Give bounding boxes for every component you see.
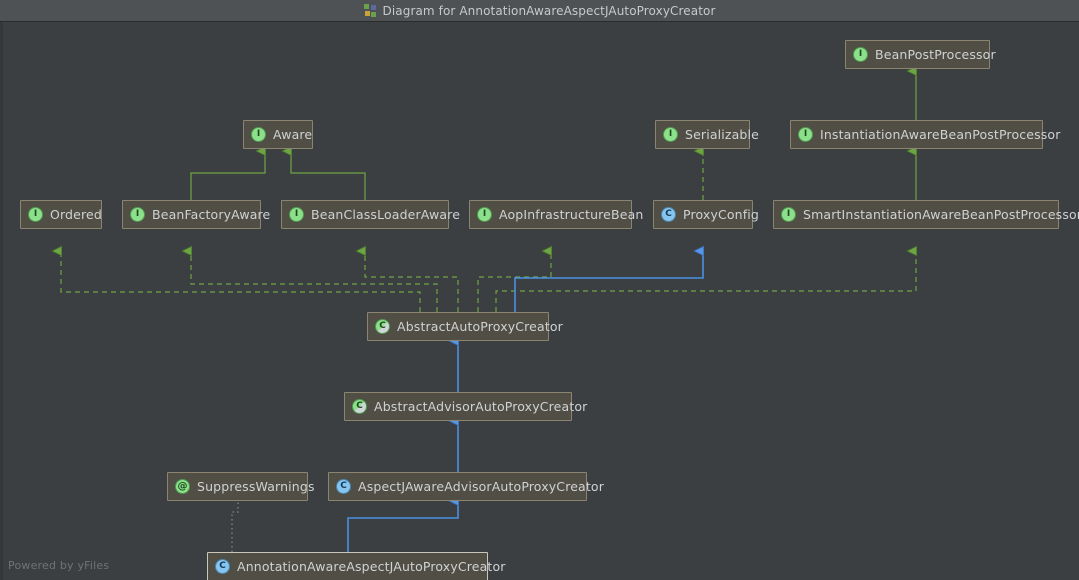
yfiles-watermark: Powered by yFiles bbox=[8, 559, 110, 572]
node-AspectJAwareAdvisorAutoProxyCreator[interactable]: C AspectJAwareAdvisorAutoProxyCreator bbox=[328, 472, 604, 501]
node-label: BeanPostProcessor bbox=[875, 47, 996, 62]
diagram-window: Diagram for AnnotationAwareAspectJAutoPr… bbox=[0, 0, 1079, 580]
node-label: BeanClassLoaderAware bbox=[311, 207, 461, 222]
diagram-canvas[interactable]: I BeanPostProcessor I Serializable I Instanti… bbox=[0, 22, 1079, 580]
interface-icon: I bbox=[251, 127, 266, 142]
abstract-class-icon: C bbox=[375, 319, 390, 334]
edge-beanfactoryaware-aware bbox=[190, 151, 265, 200]
node-label: AopInfrastructureBean bbox=[499, 207, 644, 222]
node-BeanClassLoaderAware[interactable]: I BeanClassLoaderAware bbox=[281, 200, 460, 229]
node-BeanFactoryAware[interactable]: I BeanFactoryAware bbox=[122, 200, 270, 229]
node-label: SmartInstantiationAwareBeanPostProcessor bbox=[803, 207, 1079, 222]
edge-aapc-beanfactoryaware bbox=[191, 251, 438, 312]
node-label: AbstractAutoProxyCreator bbox=[397, 319, 563, 334]
edge-aaajapc-suppresswarnings bbox=[231, 501, 239, 552]
node-InstantiationAwareBeanPostProcessor[interactable]: I InstantiationAwareBeanPostProcessor bbox=[790, 120, 1060, 149]
class-icon: C bbox=[661, 207, 676, 222]
node-label: ProxyConfig bbox=[683, 207, 759, 222]
interface-icon: I bbox=[663, 127, 678, 142]
edge-aapc-beanclassloaderaware bbox=[365, 251, 459, 312]
node-label: Aware bbox=[273, 127, 313, 142]
node-Serializable[interactable]: I Serializable bbox=[655, 120, 759, 149]
window-titlebar: Diagram for AnnotationAwareAspectJAutoPr… bbox=[0, 0, 1079, 22]
node-AbstractAutoProxyCreator[interactable]: C AbstractAutoProxyCreator bbox=[367, 312, 563, 341]
node-ProxyConfig[interactable]: C ProxyConfig bbox=[653, 200, 759, 229]
node-label: SuppressWarnings bbox=[197, 479, 315, 494]
node-label: Serializable bbox=[685, 127, 759, 142]
node-AbstractAdvisorAutoProxyCreator[interactable]: C AbstractAdvisorAutoProxyCreator bbox=[344, 392, 587, 421]
interface-icon: I bbox=[798, 127, 813, 142]
class-icon: C bbox=[215, 559, 230, 574]
edge-aapc-proxyconfig bbox=[514, 251, 703, 312]
class-icon: C bbox=[336, 479, 351, 494]
interface-icon: I bbox=[781, 207, 796, 222]
interface-icon: I bbox=[289, 207, 304, 222]
node-label: BeanFactoryAware bbox=[152, 207, 271, 222]
interface-icon: I bbox=[853, 47, 868, 62]
node-label: AspectJAwareAdvisorAutoProxyCreator bbox=[358, 479, 604, 494]
node-SmartInstantiationAwareBeanPostProcessor[interactable]: I SmartInstantiationAwareBeanPostProcesso… bbox=[773, 200, 1079, 229]
node-label: InstantiationAwareBeanPostProcessor bbox=[820, 127, 1061, 142]
edge-aapc-aopinfrastructurebean bbox=[477, 251, 551, 312]
node-AnnotationAwareAspectJAutoProxyCreator[interactable]: C AnnotationAwareAspectJAutoProxyCreator bbox=[207, 552, 505, 580]
node-SuppressWarnings[interactable]: @ SuppressWarnings bbox=[167, 472, 314, 501]
annotation-icon: @ bbox=[175, 479, 190, 494]
node-label: Ordered bbox=[50, 207, 102, 222]
node-BeanPostProcessor[interactable]: I BeanPostProcessor bbox=[845, 40, 996, 69]
node-label: AnnotationAwareAspectJAutoProxyCreator bbox=[237, 559, 506, 574]
interface-icon: I bbox=[477, 207, 492, 222]
edge-aapc-ordered bbox=[61, 251, 421, 312]
edge-beanclassloaderaware-aware bbox=[291, 151, 366, 200]
diagram-icon bbox=[363, 4, 377, 17]
interface-icon: I bbox=[130, 207, 145, 222]
window-title: Diagram for AnnotationAwareAspectJAutoPr… bbox=[382, 3, 716, 18]
node-AopInfrastructureBean[interactable]: I AopInfrastructureBean bbox=[469, 200, 643, 229]
node-Aware[interactable]: I Aware bbox=[243, 120, 313, 149]
abstract-class-icon: C bbox=[352, 399, 367, 414]
edge-aaajapc-ajaapc bbox=[347, 501, 458, 552]
node-label: AbstractAdvisorAutoProxyCreator bbox=[374, 399, 588, 414]
node-Ordered[interactable]: I Ordered bbox=[20, 200, 102, 229]
canvas-left-gutter bbox=[0, 22, 3, 580]
edge-aapc-smartinstantiation bbox=[495, 251, 916, 312]
interface-icon: I bbox=[28, 207, 43, 222]
